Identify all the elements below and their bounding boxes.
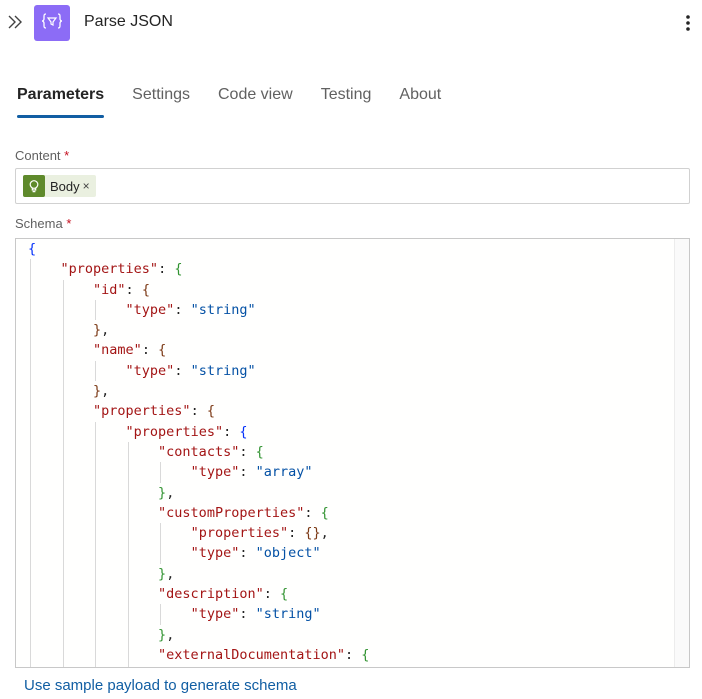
- code-line: "type": "string": [190, 606, 321, 623]
- code-line: "externalDocumentation": {: [158, 646, 370, 663]
- tab-code-view[interactable]: Code view: [218, 84, 293, 118]
- token-remove-button[interactable]: ×: [83, 179, 90, 193]
- code-line: },: [158, 565, 175, 582]
- content-label: Content *: [15, 148, 69, 163]
- token-label: Body: [50, 178, 80, 194]
- required-marker: *: [66, 216, 72, 231]
- code-line: "type": "string": [125, 301, 256, 318]
- content-input[interactable]: Body ×: [15, 168, 690, 204]
- schema-label: Schema *: [15, 216, 71, 231]
- lightbulb-icon: [23, 175, 45, 197]
- app-icon: [34, 5, 70, 41]
- code-line: "id": {: [93, 281, 150, 298]
- tab-about[interactable]: About: [399, 84, 441, 118]
- required-marker: *: [64, 148, 70, 163]
- tab-parameters[interactable]: Parameters: [17, 84, 105, 118]
- generate-schema-link[interactable]: Use sample payload to generate schema: [24, 677, 297, 694]
- code-line: "properties": {},: [190, 525, 329, 542]
- code-line: "name": {: [93, 342, 167, 359]
- panel-header: Parse JSON: [0, 0, 702, 46]
- schema-code: { "properties": { "id": { "type": "strin…: [28, 239, 369, 665]
- tab-settings[interactable]: Settings: [132, 84, 190, 118]
- tab-testing[interactable]: Testing: [321, 84, 372, 118]
- code-line: },: [93, 322, 110, 339]
- tab-list: Parameters Settings Code view Testing Ab…: [17, 84, 469, 120]
- code-line: "type": "object": [190, 545, 321, 562]
- code-line: {: [28, 241, 37, 257]
- code-line: "description": {: [158, 586, 289, 603]
- editor-scrollbar[interactable]: [674, 239, 689, 667]
- code-line: "type": "string": [125, 362, 256, 379]
- double-chevron-right-icon[interactable]: [6, 12, 24, 32]
- more-vertical-icon[interactable]: [678, 12, 698, 34]
- code-line: },: [158, 626, 175, 643]
- code-line: "properties": {: [93, 403, 215, 420]
- body-token[interactable]: Body ×: [23, 175, 96, 197]
- code-line: "properties": {: [125, 423, 248, 440]
- content-label-text: Content: [15, 148, 61, 163]
- code-line: "properties": {: [60, 261, 183, 278]
- page-title: Parse JSON: [84, 13, 173, 30]
- schema-label-text: Schema: [15, 216, 63, 231]
- code-line: "contacts": {: [158, 443, 264, 460]
- code-line: "customProperties": {: [158, 504, 329, 521]
- schema-code-editor[interactable]: { "properties": { "id": { "type": "strin…: [15, 238, 690, 668]
- code-line: },: [158, 484, 175, 501]
- curly-braces-filter-icon: [41, 12, 63, 35]
- code-line: "type": "array": [190, 464, 313, 481]
- code-line: },: [93, 383, 110, 400]
